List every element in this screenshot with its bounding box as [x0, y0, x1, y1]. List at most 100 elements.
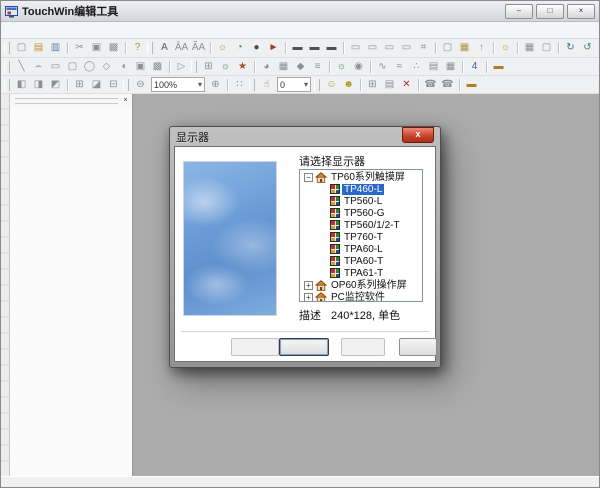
dialog-close-button[interactable]: x: [402, 127, 434, 143]
bars-part[interactable]: ≡: [309, 58, 326, 75]
xy-curve[interactable]: ≈: [391, 58, 408, 75]
data-frame-3[interactable]: ▭: [381, 40, 398, 57]
flag-indicator[interactable]: ►: [265, 40, 282, 57]
grid-toggle[interactable]: ∷: [231, 76, 248, 93]
monitor-part[interactable]: ▢: [439, 40, 456, 57]
scroll-text[interactable]: ÃA: [190, 40, 207, 57]
data-frame-2[interactable]: ▭: [364, 40, 381, 57]
menu-file[interactable]: [5, 29, 19, 31]
finish-button[interactable]: [341, 338, 385, 356]
align-center[interactable]: ◨: [30, 76, 47, 93]
select-pointer[interactable]: ▷: [173, 58, 190, 75]
cut[interactable]: ✂: [71, 40, 88, 57]
font-size-tool[interactable]: 4: [466, 58, 483, 75]
dynamic-text[interactable]: ÂA: [173, 40, 190, 57]
window-button[interactable]: ⊞: [200, 58, 217, 75]
align-right[interactable]: ◩: [47, 76, 64, 93]
window-titlebar[interactable]: TouchWin编辑工具 – □ ×: [1, 1, 599, 22]
gauge-part[interactable]: ◕: [258, 58, 275, 75]
arrow-up-part[interactable]: ↑: [473, 40, 490, 57]
window-part[interactable]: ▢: [538, 40, 555, 57]
open-file[interactable]: ▤: [30, 40, 47, 57]
tree-expander-icon[interactable]: −: [304, 172, 313, 182]
menu-view[interactable]: [19, 29, 33, 31]
button-part-1[interactable]: ▬: [289, 40, 306, 57]
minimize-button[interactable]: –: [505, 3, 533, 19]
same-size[interactable]: ⊟: [105, 76, 122, 93]
pack-tool[interactable]: ▬: [463, 76, 480, 93]
tree-item-pc-software[interactable]: + PC监控软件: [300, 291, 422, 301]
lamp-part[interactable]: ☼: [214, 40, 231, 57]
tree-item-tp560-l[interactable]: TP560-L: [300, 195, 422, 207]
rotate-ccw[interactable]: ↺: [579, 40, 596, 57]
distribute-v[interactable]: ◪: [88, 76, 105, 93]
scatter-plot[interactable]: ∴: [408, 58, 425, 75]
draw-frame[interactable]: ▣: [132, 58, 149, 75]
data-grid[interactable]: ▦: [442, 58, 459, 75]
close-button[interactable]: ×: [567, 3, 595, 19]
maximize-button[interactable]: □: [536, 3, 564, 19]
data-table[interactable]: ▤: [425, 58, 442, 75]
new-screen[interactable]: ⊞: [364, 76, 381, 93]
tree-item-tp60-series[interactable]: − TP60系列触摸屏: [300, 171, 422, 183]
data-frame-1[interactable]: ▭: [347, 40, 364, 57]
draw-rect[interactable]: ▭: [47, 58, 64, 75]
paste[interactable]: ▩: [105, 40, 122, 57]
keyboard-part[interactable]: ▦: [456, 40, 473, 57]
panel-close-icon[interactable]: ×: [121, 96, 130, 105]
insert-image[interactable]: ▩: [149, 58, 166, 75]
back-button[interactable]: [231, 338, 279, 356]
static-text[interactable]: A: [156, 40, 173, 57]
save-file[interactable]: ▥: [47, 40, 64, 57]
draw-line[interactable]: ╲: [13, 58, 30, 75]
trend-chart[interactable]: ∿: [374, 58, 391, 75]
lamp-button[interactable]: ☼: [333, 58, 350, 75]
rotate-cw[interactable]: ↻: [562, 40, 579, 57]
button-part-3[interactable]: ▬: [323, 40, 340, 57]
tree-item-tp460-l[interactable]: TP460-L: [300, 183, 422, 195]
package-tool[interactable]: ▬: [490, 58, 507, 75]
device-tree[interactable]: − TP60系列触摸屏 TP460-L TP560-L TP560-G TP56…: [299, 169, 423, 302]
help[interactable]: ?: [129, 40, 146, 57]
simulate-offline[interactable]: ☻: [340, 76, 357, 93]
zoom-in[interactable]: ⊕: [207, 76, 224, 93]
lamp-2[interactable]: ☼: [497, 40, 514, 57]
zoom-out[interactable]: ⊖: [132, 76, 149, 93]
distribute-h[interactable]: ⊞: [71, 76, 88, 93]
panel-drag-handle[interactable]: [15, 97, 118, 104]
tree-item-tp560-g[interactable]: TP560-G: [300, 207, 422, 219]
draw-ellipse[interactable]: ◯: [81, 58, 98, 75]
data-frame-4[interactable]: ▭: [398, 40, 415, 57]
cancel-button[interactable]: [399, 338, 437, 356]
tree-item-op60-series[interactable]: + OP60系列操作屏: [300, 279, 422, 291]
draw-arc[interactable]: ⌢: [30, 58, 47, 75]
tree-item-tpa60-l[interactable]: TPA60-L: [300, 243, 422, 255]
button-part-2[interactable]: ▬: [306, 40, 323, 57]
upload-program[interactable]: ☎: [439, 76, 456, 93]
next-button[interactable]: [279, 338, 329, 356]
tree-item-tp560-1-2-t[interactable]: TP560/1/2-T: [300, 219, 422, 231]
tree-item-tp760-t[interactable]: TP760-T: [300, 231, 422, 243]
draw-roundrect[interactable]: ▢: [64, 58, 81, 75]
dialog-titlebar[interactable]: 显示器 x: [174, 127, 436, 146]
pie-indicator[interactable]: ◔: [231, 40, 248, 57]
zoom-select[interactable]: 100% ▾: [151, 77, 205, 92]
fan-part[interactable]: ☼: [217, 58, 234, 75]
align-left[interactable]: ◧: [13, 76, 30, 93]
number-input[interactable]: ⌗: [415, 40, 432, 57]
camera-part[interactable]: ◉: [350, 58, 367, 75]
tree-expander-icon[interactable]: +: [304, 280, 313, 290]
screen-number-select[interactable]: 0 ▾: [277, 77, 311, 92]
copy[interactable]: ▣: [88, 40, 105, 57]
draw-polygon[interactable]: ◇: [98, 58, 115, 75]
ball-indicator[interactable]: ●: [248, 40, 265, 57]
touch-test[interactable]: ☝: [258, 76, 275, 93]
simulate-online[interactable]: ☺: [323, 76, 340, 93]
delete-screen[interactable]: ✕: [398, 76, 415, 93]
menu-help[interactable]: [33, 29, 47, 31]
bitmap-part[interactable]: ▦: [275, 58, 292, 75]
tree-item-tpa60-t[interactable]: TPA60-T: [300, 255, 422, 267]
valve-part[interactable]: ◆: [292, 58, 309, 75]
tree-item-tpa61-t[interactable]: TPA61-T: [300, 267, 422, 279]
download-program[interactable]: ☎: [422, 76, 439, 93]
